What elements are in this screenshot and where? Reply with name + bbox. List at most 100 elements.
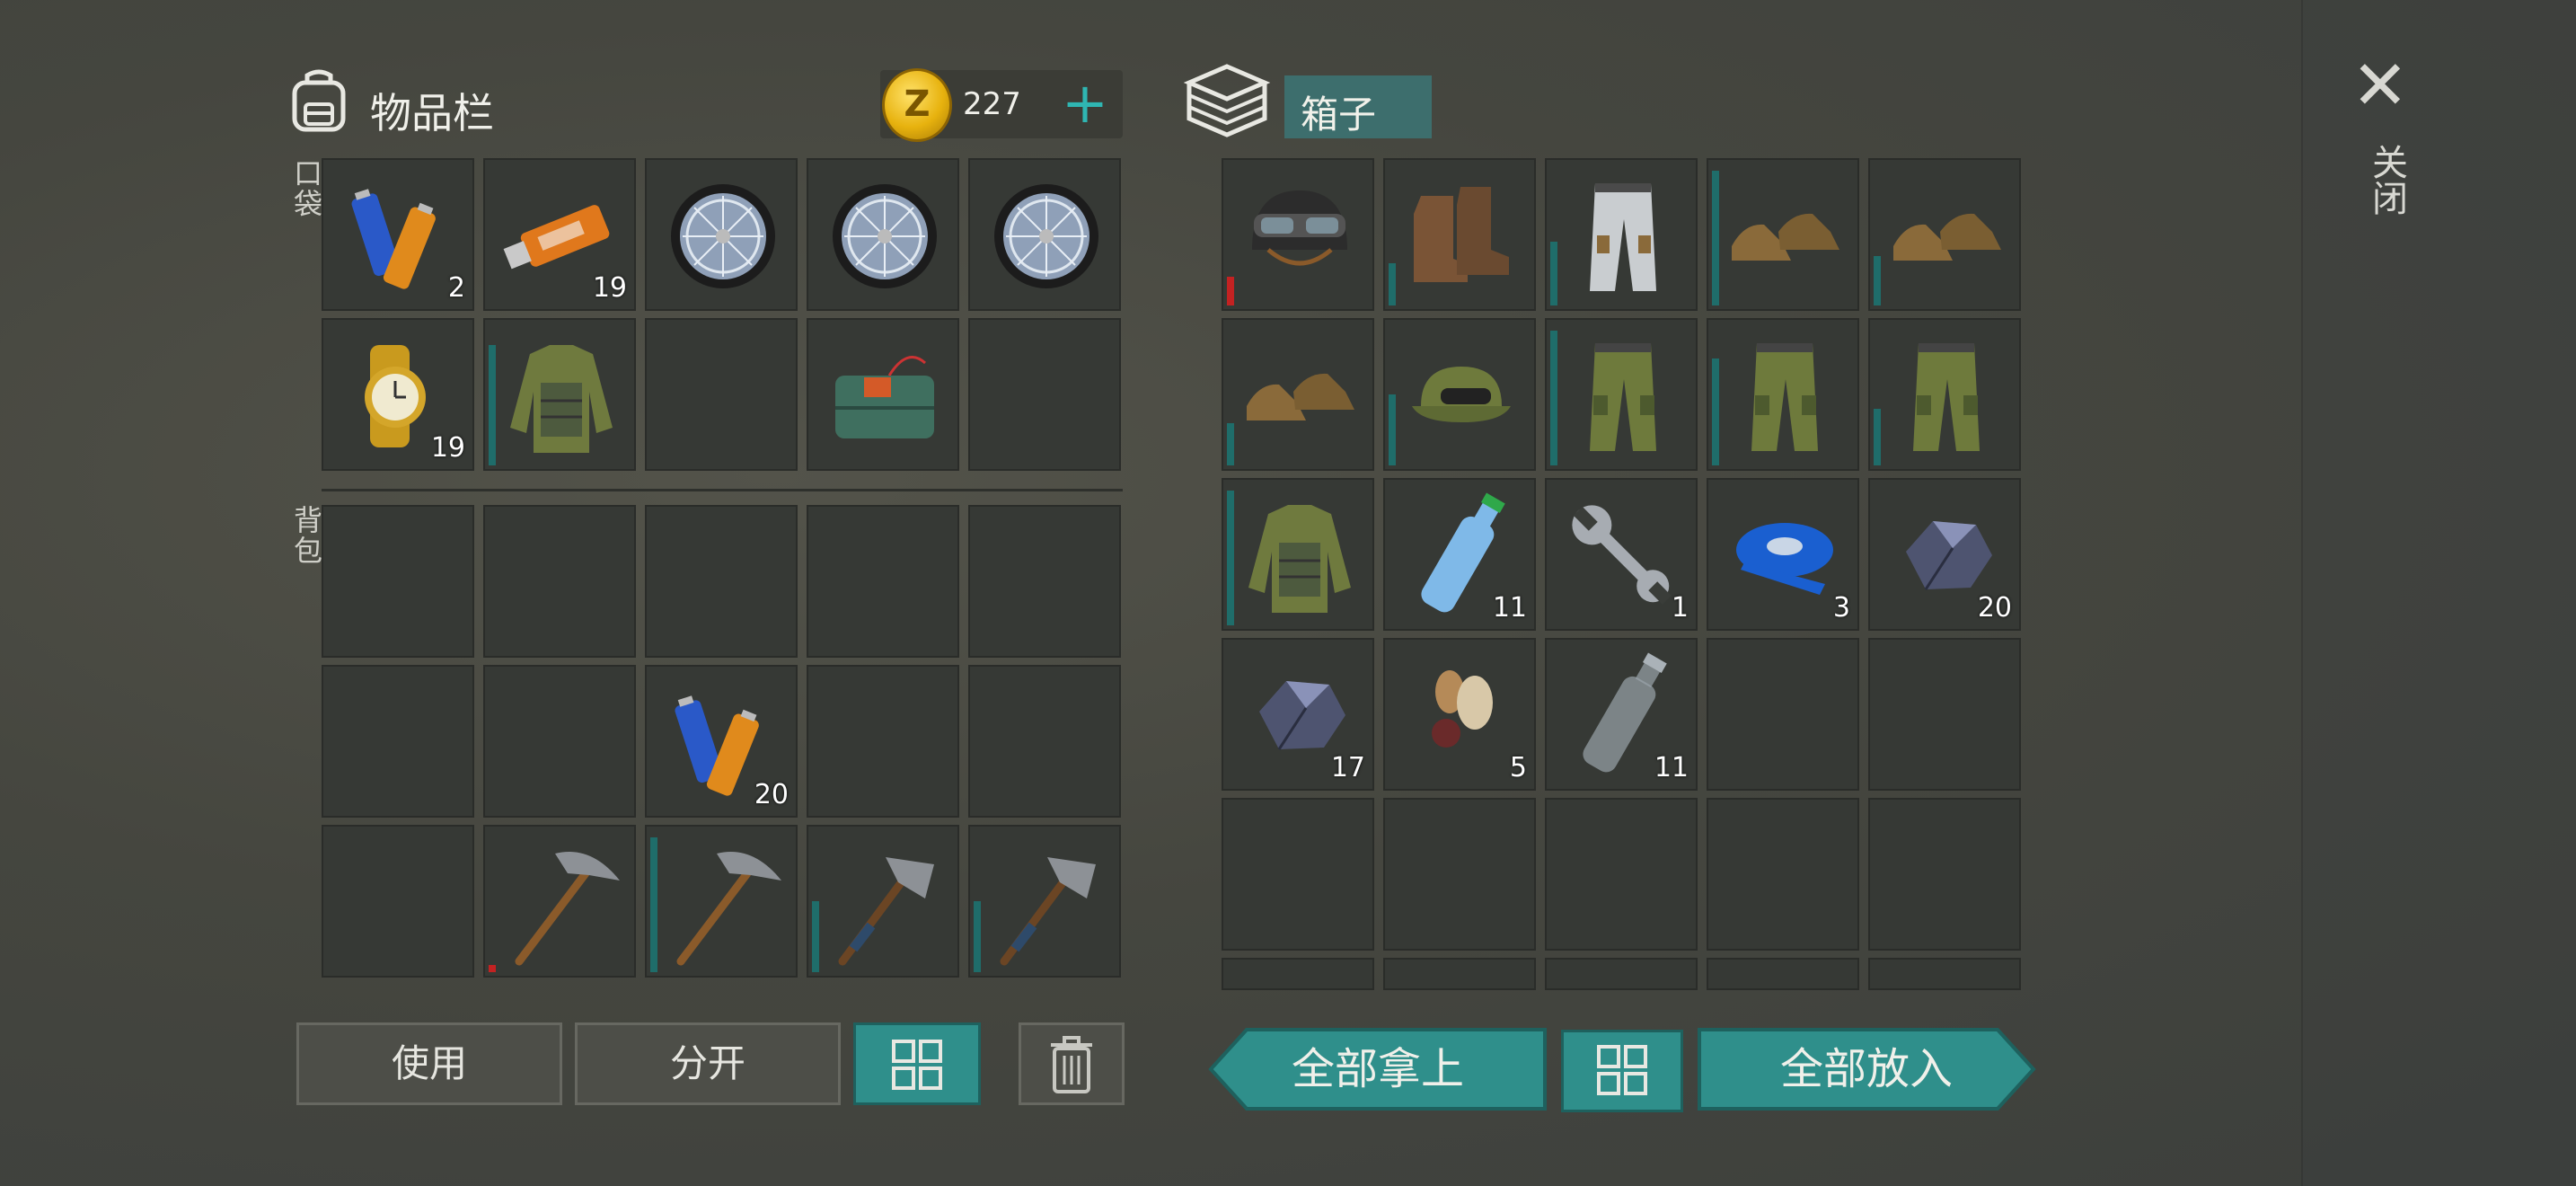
box-slot[interactable]: 11 (1383, 478, 1536, 631)
c4-charge-icon (835, 356, 934, 438)
pocket-slot[interactable] (645, 158, 798, 311)
durability-bar (1712, 171, 1719, 305)
box-slot[interactable] (1222, 318, 1374, 471)
durability-bar (489, 345, 496, 465)
wheel-icon (994, 184, 1098, 288)
durability-bar (812, 901, 819, 972)
box-slot[interactable] (1383, 158, 1536, 311)
pocket-slot[interactable] (807, 158, 959, 311)
box-slot[interactable]: 3 (1707, 478, 1859, 631)
box-slot[interactable]: 20 (1868, 478, 2021, 631)
wheel-icon (833, 184, 937, 288)
box-slot[interactable] (1868, 638, 2021, 791)
backpack-slot[interactable] (807, 505, 959, 658)
camo-pants-icon (1751, 343, 1818, 451)
item-count: 17 (1330, 752, 1365, 783)
pickaxe-icon (676, 852, 781, 966)
take-all-button[interactable]: 全部拿上 (1207, 1028, 1548, 1111)
camo-pants-icon (1913, 343, 1980, 451)
durability-bar (1874, 256, 1881, 305)
close-label[interactable]: 关闭 (2360, 144, 2413, 216)
hammer-icon (1000, 857, 1096, 966)
backpack-slot[interactable] (322, 825, 474, 978)
durability-bar (974, 901, 981, 972)
box-slot[interactable] (1707, 318, 1859, 471)
box-slot[interactable]: 5 (1383, 638, 1536, 791)
box-slot[interactable] (1868, 318, 2021, 471)
backpack-slot[interactable]: 20 (645, 665, 798, 818)
durability-bar (1712, 358, 1719, 465)
currency-panel: 227 + (880, 68, 1123, 142)
box-slot[interactable]: 1 (1545, 478, 1698, 631)
pants-white-icon (1590, 183, 1656, 291)
sort-inventory-button[interactable] (853, 1022, 981, 1105)
add-coins-button[interactable]: + (1058, 75, 1112, 131)
pocket-slot[interactable]: 19 (483, 158, 636, 311)
durability-bar (1227, 491, 1234, 625)
box-slot[interactable] (1868, 958, 2021, 990)
box-icon (1183, 61, 1271, 140)
put-all-label: 全部放入 (1779, 1044, 1953, 1094)
sort-box-button[interactable] (1561, 1030, 1683, 1112)
box-slot[interactable] (1222, 478, 1374, 631)
box-slot[interactable] (1545, 158, 1698, 311)
box-slot[interactable] (1707, 638, 1859, 791)
use-button[interactable]: 使用 (296, 1022, 562, 1105)
section-divider (322, 489, 1123, 491)
backpack-slot[interactable] (807, 825, 959, 978)
grid-icon (892, 1040, 942, 1090)
backpack-slot[interactable] (645, 505, 798, 658)
delete-button[interactable] (1019, 1022, 1125, 1105)
box-slot[interactable] (1707, 158, 1859, 311)
box-slot[interactable] (1383, 958, 1536, 990)
camo-pants-icon (1590, 343, 1656, 451)
backpack-slot[interactable] (968, 505, 1121, 658)
box-slot[interactable] (1868, 798, 2021, 951)
split-button[interactable]: 分开 (575, 1022, 841, 1105)
item-count: 11 (1654, 752, 1689, 783)
durability-bar (1550, 331, 1557, 465)
durability-bar (489, 965, 496, 972)
item-count: 2 (447, 272, 465, 304)
box-slot[interactable] (1222, 798, 1374, 951)
pocket-slot[interactable] (483, 318, 636, 471)
boots-tan-icon (1893, 213, 2001, 261)
box-slot[interactable]: 17 (1222, 638, 1374, 791)
box-slot[interactable] (1868, 158, 2021, 311)
backpack-slot[interactable] (645, 825, 798, 978)
box-slot[interactable] (1707, 958, 1859, 990)
box-slot[interactable] (1545, 318, 1698, 471)
box-slot[interactable] (1707, 798, 1859, 951)
backpack-slot[interactable] (322, 665, 474, 818)
camo-jacket-icon (1248, 505, 1351, 613)
side-panel (2301, 0, 2576, 1186)
close-icon[interactable]: ✕ (2351, 45, 2409, 125)
pocket-slot[interactable] (968, 158, 1121, 311)
backpack-slot[interactable] (322, 505, 474, 658)
durability-bar (1550, 242, 1557, 305)
box-slot[interactable] (1545, 798, 1698, 951)
backpack-icon (286, 66, 352, 133)
box-slot[interactable] (1383, 318, 1536, 471)
durability-bar (1389, 394, 1396, 465)
pocket-slot[interactable] (645, 318, 798, 471)
pocket-slot[interactable]: 2 (322, 158, 474, 311)
box-slot[interactable] (1222, 958, 1374, 990)
pocket-slot[interactable] (807, 318, 959, 471)
backpack-slot[interactable] (968, 825, 1121, 978)
backpack-slot[interactable] (807, 665, 959, 818)
box-slot[interactable]: 11 (1545, 638, 1698, 791)
put-all-button[interactable]: 全部放入 (1696, 1028, 2037, 1111)
backpack-slot[interactable] (483, 825, 636, 978)
backpack-slot[interactable] (483, 505, 636, 658)
pocket-slot[interactable] (968, 318, 1121, 471)
coin-count: 227 (963, 86, 1021, 122)
backpack-slot[interactable] (968, 665, 1121, 818)
backpack-slot[interactable] (483, 665, 636, 818)
box-slot[interactable] (1222, 158, 1374, 311)
box-slot[interactable] (1545, 958, 1698, 990)
box-slot[interactable] (1383, 798, 1536, 951)
item-count: 3 (1832, 592, 1850, 624)
pocket-slot[interactable]: 19 (322, 318, 474, 471)
box-title: 箱子 (1284, 75, 1432, 138)
